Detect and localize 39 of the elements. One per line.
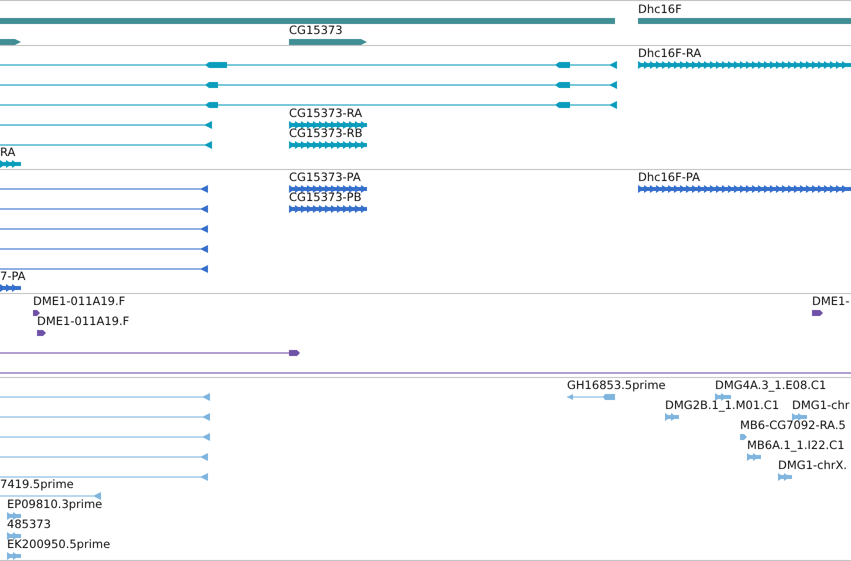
feature-label: EK200950.5prime [7, 538, 110, 551]
feature-label: DMG2B.1_1.M01.C1 [665, 399, 780, 412]
feature-glyph [0, 284, 21, 292]
feature-label: 7-PA [0, 270, 26, 283]
feature-glyph [665, 413, 679, 421]
feature-label: Dhc16F-PA [638, 171, 700, 184]
feature-glyph [778, 473, 792, 481]
gene-bar [0, 38, 21, 45]
feature-label: MB6A.1_1.I22.C1 [747, 439, 845, 452]
feature-glyph [7, 532, 21, 540]
feature-marker [37, 329, 46, 337]
feature-glyph [0, 160, 21, 168]
feature-label: 485373 [7, 518, 51, 531]
feature-label: RA [0, 146, 16, 159]
feature-glyph [7, 552, 21, 560]
feature-label: DMG1-chrX. [778, 459, 848, 472]
feature-marker [740, 433, 747, 441]
feature-glyph [792, 413, 807, 421]
feature-glyph [7, 512, 21, 520]
feature-label: DME1-011A19.F [33, 295, 126, 308]
feature-label: DME1- [812, 295, 850, 308]
feature-label: Dhc16F-RA [638, 47, 702, 60]
feature-glyph [747, 453, 761, 461]
feature-glyph [715, 393, 731, 401]
feature-glyph [567, 393, 615, 401]
feature-label: CG15373 [289, 24, 343, 37]
feature-label: CG15373-RA [289, 107, 362, 120]
feature-label: CG15373-PB [289, 191, 362, 204]
feature-label: DME1-011A19.F [37, 315, 130, 328]
feature-label: 7419.5prime [0, 478, 74, 491]
feature-label: MB6-CG7092-RA.5 [740, 419, 846, 432]
feature-label: DMG4A.3_1.E08.C1 [715, 379, 826, 392]
feature-label: GH16853.5prime [567, 379, 666, 392]
feature-label: Dhc16F [638, 3, 682, 16]
feature-label: CG15373-PA [289, 171, 361, 184]
feature-label: CG15373-RB [289, 127, 363, 140]
feature-label: DMG1-chr [792, 399, 850, 412]
feature-marker [812, 309, 823, 317]
feature-label: EP09810.3prime [7, 498, 102, 511]
